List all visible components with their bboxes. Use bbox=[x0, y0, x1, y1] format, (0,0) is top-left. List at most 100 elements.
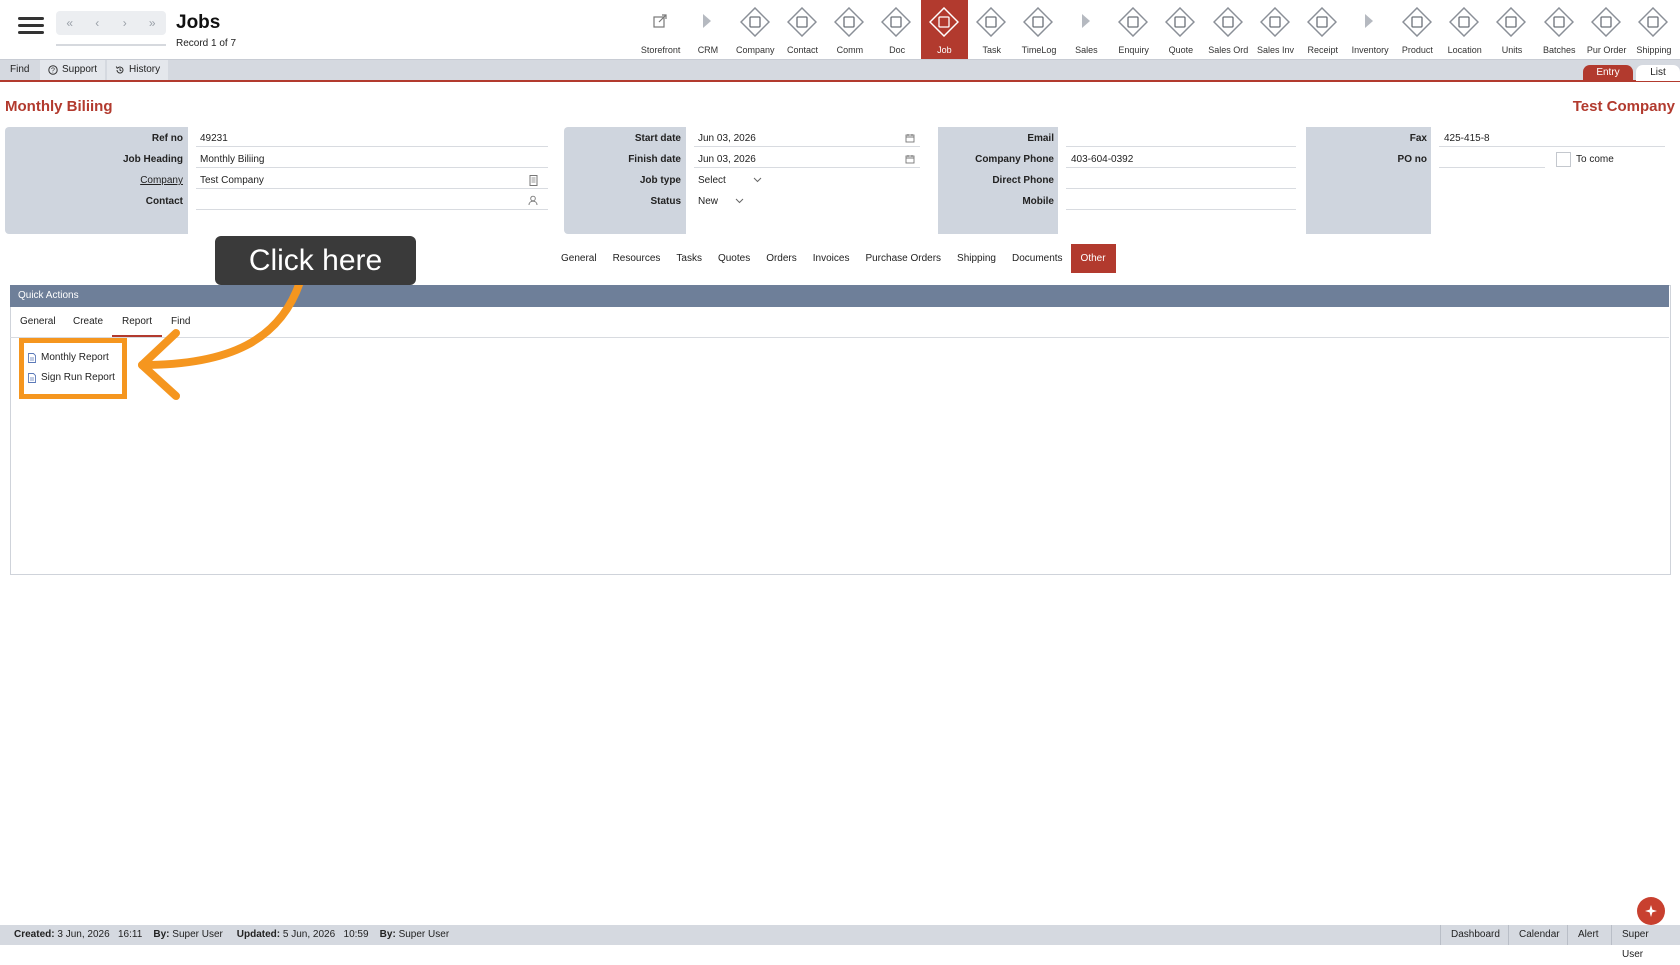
caret-right-icon bbox=[1071, 7, 1101, 37]
module-sales-ord[interactable]: Sales Ord bbox=[1205, 0, 1252, 59]
module-sales-inv[interactable]: Sales Inv bbox=[1252, 0, 1299, 59]
previous-record-button[interactable]: ‹ bbox=[84, 11, 112, 35]
module-label: Quote bbox=[1168, 45, 1194, 55]
module-enquiry[interactable]: Enquiry bbox=[1110, 0, 1157, 59]
mobile-label: Mobile bbox=[1022, 196, 1054, 207]
record-navigation-underline bbox=[56, 44, 166, 46]
module-batches[interactable]: Batches bbox=[1536, 0, 1583, 59]
to-come-checkbox[interactable] bbox=[1556, 152, 1571, 167]
module-label: Location bbox=[1447, 45, 1482, 55]
updated-date: 5 Jun, 2026 bbox=[282, 929, 336, 940]
module-label: Company bbox=[735, 45, 775, 55]
last-record-button[interactable]: » bbox=[139, 11, 167, 35]
status-select[interactable]: New bbox=[694, 193, 746, 209]
secondary-toolbar bbox=[0, 60, 1680, 82]
entry-view-button[interactable]: Entry bbox=[1583, 65, 1633, 81]
job-type-value: Select bbox=[698, 174, 726, 186]
module-inventory[interactable]: Inventory bbox=[1346, 0, 1393, 59]
module-label: CRM bbox=[697, 45, 719, 55]
module-units[interactable]: Units bbox=[1488, 0, 1535, 59]
tab-orders[interactable]: Orders bbox=[758, 244, 805, 273]
tab-purchase-orders[interactable]: Purchase Orders bbox=[857, 244, 949, 273]
module-job[interactable]: Job bbox=[920, 0, 969, 59]
caret-right-icon bbox=[1354, 7, 1384, 37]
status-label: Status bbox=[650, 196, 681, 207]
contact-label: Contact bbox=[145, 196, 183, 207]
module-storefront[interactable]: Storefront bbox=[637, 0, 684, 59]
help-circle-icon: ? bbox=[48, 65, 58, 75]
tab-tasks[interactable]: Tasks bbox=[668, 244, 710, 273]
created-by: Super User bbox=[172, 929, 223, 940]
finish-date-calendar-icon[interactable] bbox=[905, 154, 915, 164]
updated-label: Updated: bbox=[236, 929, 281, 940]
module-task[interactable]: Task bbox=[968, 0, 1015, 59]
history-label: History bbox=[129, 64, 161, 75]
job-icon bbox=[928, 6, 959, 38]
job-type-select[interactable]: Select bbox=[694, 172, 764, 188]
module-label: Storefront bbox=[640, 45, 681, 55]
list-view-button[interactable]: List bbox=[1636, 65, 1680, 81]
module-quote[interactable]: Quote bbox=[1157, 0, 1204, 59]
to-come-label: To come bbox=[1576, 154, 1614, 165]
module-shipping[interactable]: Shipping bbox=[1630, 0, 1677, 59]
clock-icon bbox=[1023, 6, 1054, 38]
module-location[interactable]: Location bbox=[1441, 0, 1488, 59]
fax-field[interactable]: 425-415-8 bbox=[1444, 133, 1490, 144]
module-label: Enquiry bbox=[1118, 45, 1149, 55]
job-heading-field[interactable]: Monthly Biliing bbox=[200, 154, 264, 165]
start-date-label: Start date bbox=[634, 133, 681, 144]
tab-documents[interactable]: Documents bbox=[1004, 244, 1071, 273]
tab-shipping[interactable]: Shipping bbox=[949, 244, 1004, 273]
start-date-field[interactable]: Jun 03, 2026 bbox=[698, 133, 756, 144]
module-comm[interactable]: Comm bbox=[826, 0, 873, 59]
hamburger-menu-icon[interactable] bbox=[18, 14, 44, 40]
tab-resources[interactable]: Resources bbox=[605, 244, 669, 273]
ref-no-field[interactable]: 49231 bbox=[200, 133, 228, 144]
calendar-link[interactable]: Calendar bbox=[1508, 925, 1570, 945]
module-crm[interactable]: CRM bbox=[684, 0, 731, 59]
tab-invoices[interactable]: Invoices bbox=[805, 244, 858, 273]
status-value: New bbox=[698, 195, 719, 207]
support-button[interactable]: ? Support bbox=[40, 60, 106, 80]
history-button[interactable]: History bbox=[107, 60, 169, 80]
contact-person-icon[interactable] bbox=[528, 195, 538, 206]
qa-tab-general[interactable]: General bbox=[10, 309, 66, 335]
module-label: Job bbox=[937, 45, 952, 55]
start-date-calendar-icon[interactable] bbox=[905, 133, 915, 143]
module-label: Batches bbox=[1543, 45, 1576, 55]
first-record-button[interactable]: « bbox=[56, 11, 84, 35]
history-icon bbox=[115, 66, 124, 74]
tab-other[interactable]: Other bbox=[1070, 244, 1116, 273]
record-tabs: General Resources Tasks Quotes Orders Invoice… bbox=[553, 244, 1116, 273]
tab-quotes[interactable]: Quotes bbox=[710, 244, 758, 273]
find-button[interactable]: Find bbox=[2, 60, 37, 80]
company-lookup-icon[interactable] bbox=[529, 175, 538, 186]
tab-general[interactable]: General bbox=[553, 244, 605, 273]
module-receipt[interactable]: Receipt bbox=[1299, 0, 1346, 59]
module-bar: Storefront CRM Company Contact Comm Doc Job Tas… bbox=[637, 0, 1678, 59]
module-label: Task bbox=[982, 45, 1001, 55]
module-doc[interactable]: Doc bbox=[873, 0, 920, 59]
module-pur-order[interactable]: Pur Order bbox=[1583, 0, 1630, 59]
module-timelog[interactable]: TimeLog bbox=[1015, 0, 1062, 59]
next-record-button[interactable]: › bbox=[111, 11, 139, 35]
module-label: Shipping bbox=[1636, 45, 1672, 55]
module-company[interactable]: Company bbox=[732, 0, 779, 59]
company-title[interactable]: Test Company bbox=[1573, 98, 1675, 115]
company-phone-field[interactable]: 403-604-0392 bbox=[1071, 154, 1133, 165]
alert-link[interactable]: Alert bbox=[1567, 925, 1609, 945]
receipt-icon bbox=[1307, 6, 1338, 38]
qa-tab-create[interactable]: Create bbox=[63, 309, 113, 335]
purchase-order-icon bbox=[1590, 6, 1621, 38]
module-sales[interactable]: Sales bbox=[1063, 0, 1110, 59]
po-no-label: PO no bbox=[1397, 154, 1427, 165]
module-contact[interactable]: Contact bbox=[779, 0, 826, 59]
company-link-label[interactable]: Company bbox=[60, 175, 183, 186]
finish-date-field[interactable]: Jun 03, 2026 bbox=[698, 154, 756, 165]
company-field[interactable]: Test Company bbox=[200, 175, 264, 186]
module-label: Sales bbox=[1075, 45, 1098, 55]
dashboard-link[interactable]: Dashboard bbox=[1440, 925, 1510, 945]
user-menu-link[interactable]: Super User bbox=[1611, 925, 1680, 960]
module-product[interactable]: Product bbox=[1394, 0, 1441, 59]
assistant-sparkle-button[interactable] bbox=[1637, 897, 1665, 925]
